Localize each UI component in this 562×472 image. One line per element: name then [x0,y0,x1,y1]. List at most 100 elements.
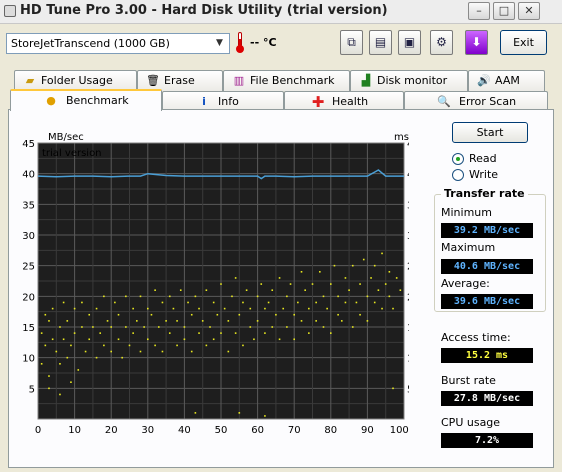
info-icon: i [202,95,206,108]
access-time-point [373,264,376,267]
access-time-point [125,295,127,298]
access-time-point [344,277,347,279]
maximize-button[interactable]: □ [493,2,515,20]
access-time-point [340,320,343,322]
access-time-point [106,320,109,322]
access-time-point [183,338,186,341]
access-time-point [136,320,138,322]
access-time-point [62,301,65,304]
access-time-point [264,307,266,310]
access-time-point [81,326,83,328]
chevron-down-icon[interactable]: ▼ [212,35,227,52]
exit-button[interactable]: Exit [500,30,547,55]
access-time-point [264,332,266,334]
access-time-point [51,338,54,341]
tab-file-benchmark[interactable]: ▥ File Benchmark [223,70,350,91]
access-time-point [194,295,197,298]
access-time-label: Access time: [441,331,511,344]
access-time-point [176,344,178,347]
y-tick-label-right: 5 [407,384,409,395]
download-button[interactable]: ⬇ [465,30,488,55]
copy-info-button[interactable]: ⧉ [340,30,363,55]
access-time-point [370,277,372,279]
y-axis-label-left: MB/sec [48,132,84,143]
access-time-point [48,320,50,322]
y-axis-label-right: ms [394,132,409,143]
tab-erase[interactable]: 🗑 Erase [137,70,223,91]
minimize-button[interactable]: – [468,2,490,20]
y-tick-label-right: 25 [407,262,409,273]
x-tick-label: 50 [215,425,228,436]
access-time-point [216,313,219,316]
access-time-point [333,264,336,267]
access-time-point [81,301,83,304]
access-time-point [234,277,237,279]
access-time-point [132,307,134,310]
x-tick-label: 90 [361,425,374,436]
access-time-point [92,326,94,328]
access-time-point [143,326,145,328]
tab-folder-usage[interactable]: ▰ Folder Usage [14,70,137,91]
access-time-point [114,301,116,304]
access-time-point [190,313,193,316]
y-tick-label-right: 20 [407,292,409,303]
x-tick-label: 30 [141,425,154,436]
burst-rate-value: 27.8 MB/sec [441,391,533,406]
access-time-point [337,313,339,316]
tab-label: AAM [495,74,520,87]
access-time-point [388,271,391,273]
access-time-point [132,332,134,334]
access-time-point [44,313,47,316]
app-icon [4,5,16,17]
access-time-point [70,381,72,383]
x-tick-label: 40 [178,425,191,436]
access-time-point [205,289,208,291]
access-time-point [44,344,47,347]
average-label: Average: [441,277,490,290]
access-time-point [62,338,65,341]
tab-aam[interactable]: 🔊 AAM [468,70,545,91]
drive-select[interactable]: StoreJetTranscend (1000 GB) ▼ [6,33,230,54]
x-tick-label: 20 [105,425,118,436]
access-time-point [395,277,398,279]
access-time-point [377,289,380,291]
benchmark-panel: 5510101515202025253030353540404545010203… [8,109,554,468]
access-time-point [319,271,321,273]
trash-icon: 🗑 [146,74,160,87]
options-button[interactable]: ⚙ [430,30,453,55]
access-time-point [308,307,310,310]
down-arrow-icon: ⬇ [471,35,482,49]
access-time-point [110,326,112,328]
access-time-point [154,344,156,347]
access-time-point [139,350,142,353]
y-tick-label-left: 35 [22,200,35,211]
tab-disk-monitor[interactable]: ▟ Disk monitor [350,70,468,91]
start-button[interactable]: Start [452,122,528,143]
access-time-point [242,344,244,347]
close-button[interactable]: ✕ [518,2,540,20]
copy-screenshot-button[interactable]: ▤ [369,30,392,55]
access-time-point [286,295,288,298]
access-time-point [271,289,274,291]
access-time-point [315,301,317,304]
access-time-point [48,375,50,377]
access-time-point [278,277,281,279]
access-time-point [40,363,43,365]
access-time-point [168,332,171,334]
access-time-point [267,301,270,304]
access-time-point [381,252,383,255]
access-time-point [344,301,347,304]
temperature-readout: -- °C [250,36,277,49]
disk-monitor-icon: ▟ [361,74,371,87]
cpu-usage-value: 7.2% [441,433,533,448]
save-button[interactable]: ▣ [398,30,421,55]
access-time-point [264,415,266,417]
x-tick-label: 10 [68,425,81,436]
access-time-point [110,350,112,353]
tab-label: File Benchmark [250,74,335,87]
access-time-point [249,307,252,310]
magnifier-icon: 🔍 [437,95,451,108]
access-time-point [201,320,204,322]
tab-benchmark[interactable]: ● Benchmark [10,89,162,111]
access-time-point [330,332,332,334]
